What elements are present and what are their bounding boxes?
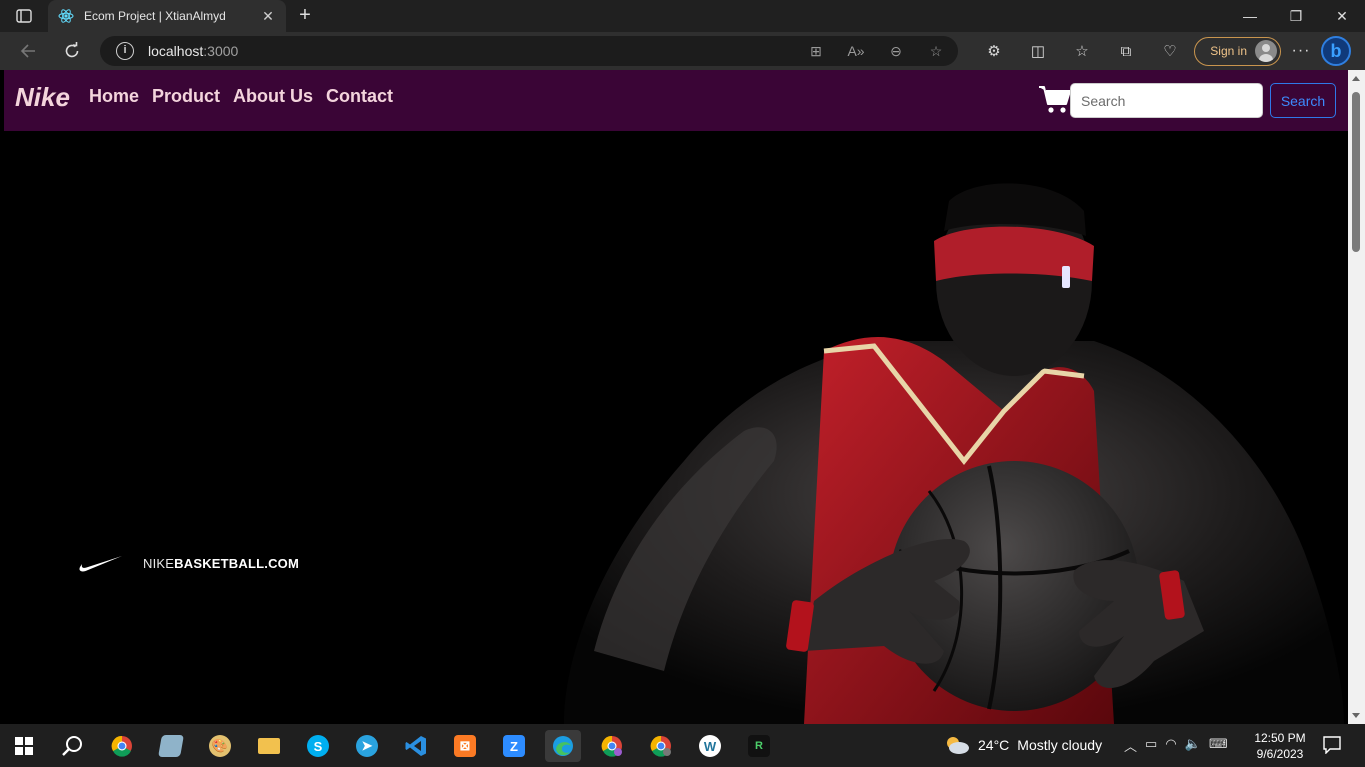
hero-banner: NIKEBASKETBALL.COM (4, 131, 1348, 724)
address-bar[interactable]: i localhost:3000 ⊞ A» ⊖ ☆ (100, 36, 958, 66)
chrome-icon[interactable] (104, 730, 140, 762)
minimize-icon[interactable]: — (1227, 0, 1273, 32)
nav-link-contact[interactable]: Contact (326, 86, 393, 107)
tab-title: Ecom Project | XtianAlmyd (84, 9, 226, 23)
chrome-profile-2-icon[interactable] (643, 730, 679, 762)
nav-link-home[interactable]: Home (89, 86, 139, 107)
read-aloud-icon[interactable]: A» (844, 41, 868, 61)
nike-swoosh-icon (79, 556, 122, 572)
site-info-icon[interactable]: i (116, 42, 134, 60)
new-tab-button[interactable]: + (292, 4, 318, 28)
nav-links: Home Product About Us Contact (89, 86, 406, 107)
system-tray: ︿ ▭ ◠ 🔈 ⌨ (1124, 736, 1228, 755)
nav-link-about[interactable]: About Us (233, 86, 313, 107)
app-available-icon[interactable]: ⊞ (804, 41, 828, 61)
favorite-star-icon[interactable]: ☆ (924, 41, 948, 61)
extensions-icon[interactable]: ⚙ (972, 36, 1016, 66)
basketball-player-image (564, 183, 1344, 724)
tab-actions-icon[interactable] (8, 5, 40, 27)
scroll-thumb[interactable] (1352, 92, 1360, 252)
battery-icon[interactable]: ▭ (1145, 736, 1157, 755)
file-explorer-icon[interactable] (251, 730, 287, 762)
wordpress-icon[interactable]: W (692, 730, 728, 762)
tab-close-icon[interactable]: ✕ (260, 8, 276, 25)
zoom-app-icon[interactable]: Z (496, 730, 532, 762)
nav-link-product[interactable]: Product (152, 86, 220, 107)
browser-tabbar: Ecom Project | XtianAlmyd ✕ + — ❐ ✕ (0, 0, 1365, 32)
scroll-up-icon[interactable] (1352, 76, 1360, 81)
weather-widget[interactable]: 24°C Mostly cloudy (944, 735, 1102, 755)
search-icon[interactable] (54, 730, 90, 762)
sign-in-button[interactable]: Sign in (1194, 36, 1281, 66)
browser-tab-active[interactable]: Ecom Project | XtianAlmyd ✕ (48, 0, 286, 32)
url-text: localhost:3000 (148, 43, 239, 59)
scroll-down-icon[interactable] (1352, 713, 1360, 718)
search-input[interactable] (1070, 83, 1263, 118)
brand-logo[interactable]: Nike (15, 82, 70, 113)
bing-copilot-icon[interactable]: b (1321, 36, 1351, 66)
browser-toolbar: i localhost:3000 ⊞ A» ⊖ ☆ ⚙ ◫ ☆ ⧉ ♡ Sign… (0, 32, 1365, 70)
notifications-icon[interactable] (1322, 736, 1342, 754)
vscode-icon[interactable] (398, 730, 434, 762)
react-favicon-icon (58, 9, 74, 23)
browser-essentials-icon[interactable]: ♡ (1148, 36, 1192, 66)
volume-icon[interactable]: 🔈 (1185, 736, 1201, 755)
hero-site-url: NIKEBASKETBALL.COM (143, 556, 300, 571)
wifi-icon[interactable]: ◠ (1165, 736, 1176, 755)
chrome-profile-icon[interactable] (594, 730, 630, 762)
skype-icon[interactable]: S (300, 730, 336, 762)
refresh-icon[interactable] (58, 39, 86, 63)
cloudy-icon (947, 737, 969, 754)
collections-icon[interactable]: ⧉ (1104, 36, 1148, 66)
window-close-icon[interactable]: ✕ (1319, 0, 1365, 32)
page-scrollbar[interactable] (1348, 70, 1365, 724)
restore-icon[interactable]: ❐ (1273, 0, 1319, 32)
windows-taskbar: 🎨 S ➤ ⊠ Z W R 24°C Mostly cloudy ︿ ▭ ◠ 🔈… (0, 724, 1365, 767)
xampp-icon[interactable]: ⊠ (447, 730, 483, 762)
back-icon[interactable] (14, 39, 42, 63)
terminal-app-icon[interactable]: R (741, 730, 777, 762)
start-windows-icon[interactable] (6, 730, 42, 762)
avatar (1255, 40, 1277, 62)
paint-icon[interactable]: 🎨 (202, 730, 238, 762)
more-menu-icon[interactable]: ··· (1281, 42, 1321, 60)
favorites-icon[interactable]: ☆ (1060, 36, 1104, 66)
search-button[interactable]: Search (1270, 83, 1336, 118)
cart-icon[interactable] (1038, 84, 1072, 114)
edge-icon[interactable] (545, 730, 581, 762)
show-hidden-icons-icon[interactable]: ︿ (1124, 736, 1137, 755)
notes-app-icon[interactable] (153, 730, 189, 762)
page-viewport: Nike Home Product About Us Contact Searc… (4, 70, 1348, 724)
keyboard-icon[interactable]: ⌨ (1209, 736, 1228, 755)
clock[interactable]: 12:50 PM 9/6/2023 (1250, 730, 1310, 762)
telegram-icon[interactable]: ➤ (349, 730, 385, 762)
site-navbar: Nike Home Product About Us Contact Searc… (4, 70, 1348, 131)
split-screen-icon[interactable]: ◫ (1016, 36, 1060, 66)
zoom-out-icon[interactable]: ⊖ (884, 41, 908, 61)
